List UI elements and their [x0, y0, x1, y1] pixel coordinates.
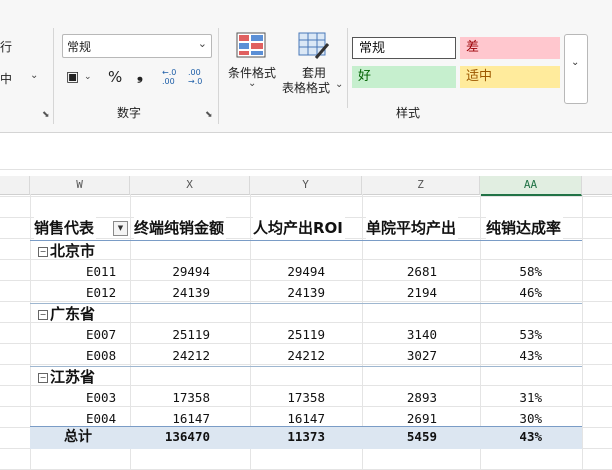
style-bad[interactable]: 差 [460, 37, 560, 59]
styles-group-label: 样式 [396, 106, 421, 120]
rep-cell[interactable]: E007 [86, 325, 116, 345]
style-neutral[interactable]: 适中 [460, 66, 560, 88]
value-cell[interactable]: 29494 [120, 262, 210, 282]
alignment-dialog-launcher-icon[interactable]: ⬊ [42, 110, 50, 120]
value-cell[interactable]: 31% [452, 388, 542, 408]
value-cell[interactable]: 25119 [235, 325, 325, 345]
pivot-header-3[interactable]: 单院平均产出 [366, 216, 459, 240]
select-all-corner[interactable] [0, 176, 30, 195]
style-normal[interactable]: 常规 [352, 37, 456, 59]
conditional-format-button[interactable]: 条件格式 ⌄ [224, 30, 280, 96]
group-label-0[interactable]: 北京市 [50, 239, 95, 263]
ribbon: 行 中 ⌄ ⬊ 常规 ⌄ ▣ ⌄ % ❟ ←.0 .00 .00 →.0 数字 … [0, 0, 612, 133]
column-header-next[interactable] [582, 176, 612, 195]
number-group-label: 数字 [117, 106, 142, 120]
formula-bar-area[interactable] [0, 133, 612, 170]
gridline [0, 196, 612, 197]
collapse-icon[interactable]: − [38, 247, 48, 257]
currency-dropdown-icon[interactable]: ⌄ [84, 72, 92, 82]
value-cell[interactable]: 3027 [347, 346, 437, 366]
pivot-header-2[interactable]: 人均产出ROI [253, 216, 345, 240]
number-dialog-launcher-icon[interactable]: ⬊ [205, 110, 213, 120]
increase-decimal-button[interactable]: ←.0 .00 [162, 68, 182, 86]
value-cell[interactable]: 43% [452, 346, 542, 366]
currency-format-icon[interactable]: ▣ [66, 69, 79, 85]
group-divider [53, 28, 54, 124]
comma-style-button[interactable]: ❟ [137, 66, 143, 84]
value-cell[interactable]: 25119 [120, 325, 210, 345]
filter-dropdown-icon[interactable]: ▼ [113, 221, 128, 236]
table-format-icon [298, 32, 330, 59]
total-value-cell[interactable]: 43% [452, 427, 542, 447]
value-cell[interactable]: 46% [452, 283, 542, 303]
decrease-decimal-button[interactable]: .00 →.0 [188, 68, 210, 86]
wrap-text-label[interactable]: 行 [0, 38, 12, 55]
rep-cell[interactable]: E003 [86, 388, 116, 408]
collapse-icon[interactable]: − [38, 310, 48, 320]
styles-more-button[interactable]: ⌄ [564, 34, 588, 104]
column-header-x[interactable]: X [130, 176, 250, 195]
collapse-icon[interactable]: − [38, 373, 48, 383]
percent-style-button[interactable]: % [108, 68, 122, 86]
value-cell[interactable]: 24212 [235, 346, 325, 366]
style-good[interactable]: 好 [352, 66, 456, 88]
merge-center-label[interactable]: 中 [0, 70, 12, 87]
value-cell[interactable]: 3140 [347, 325, 437, 345]
gridline [582, 194, 583, 470]
value-cell[interactable]: 53% [452, 325, 542, 345]
rep-cell[interactable]: E008 [86, 346, 116, 366]
value-cell[interactable]: 2194 [347, 283, 437, 303]
group-divider [218, 28, 219, 124]
pivot-header-1[interactable]: 终端纯销金额 [134, 216, 227, 240]
group-rule [30, 366, 582, 367]
total-value-cell[interactable]: 136470 [120, 427, 210, 447]
total-value-cell[interactable]: 11373 [235, 427, 325, 447]
conditional-format-icon [236, 32, 266, 58]
column-header-z[interactable]: Z [362, 176, 480, 195]
column-header-y[interactable]: Y [250, 176, 362, 195]
rep-cell[interactable]: E011 [86, 262, 116, 282]
value-cell[interactable]: 24212 [120, 346, 210, 366]
value-cell[interactable]: 24139 [120, 283, 210, 303]
total-value-cell[interactable]: 5459 [347, 427, 437, 447]
chevron-down-icon: ⌄ [248, 78, 257, 89]
group-label-1[interactable]: 广东省 [50, 302, 95, 326]
merge-dropdown-icon[interactable]: ⌄ [30, 70, 38, 81]
number-format-value: 常规 [67, 40, 92, 54]
pivot-header-0[interactable]: 销售代表 [34, 216, 97, 240]
total-label: 总计 [64, 429, 92, 445]
group-rule [30, 303, 582, 304]
header-rule [30, 240, 582, 241]
value-cell[interactable]: 24139 [235, 283, 325, 303]
chevron-down-icon: ⌄ [335, 79, 344, 90]
value-cell[interactable]: 58% [452, 262, 542, 282]
value-cell[interactable]: 17358 [120, 388, 210, 408]
table-format-label-2: 表格格式 [282, 81, 331, 95]
group-divider [347, 28, 348, 108]
chevron-down-icon: ⌄ [197, 37, 207, 50]
value-cell[interactable]: 2681 [347, 262, 437, 282]
format-as-table-button[interactable]: 套用 表格格式 ⌄ [282, 30, 346, 96]
value-cell[interactable]: 17358 [235, 388, 325, 408]
value-cell[interactable]: 29494 [235, 262, 325, 282]
pivot-header-4[interactable]: 纯销达成率 [486, 216, 564, 240]
number-format-dropdown[interactable]: 常规 ⌄ [62, 34, 212, 58]
rep-cell[interactable]: E012 [86, 283, 116, 303]
column-header-w[interactable]: W [30, 176, 130, 195]
more-chevron-icon: ⌄ [571, 57, 580, 68]
group-label-2[interactable]: 江苏省 [50, 365, 95, 389]
value-cell[interactable]: 2893 [347, 388, 437, 408]
column-header-aa[interactable]: AA [480, 176, 582, 196]
